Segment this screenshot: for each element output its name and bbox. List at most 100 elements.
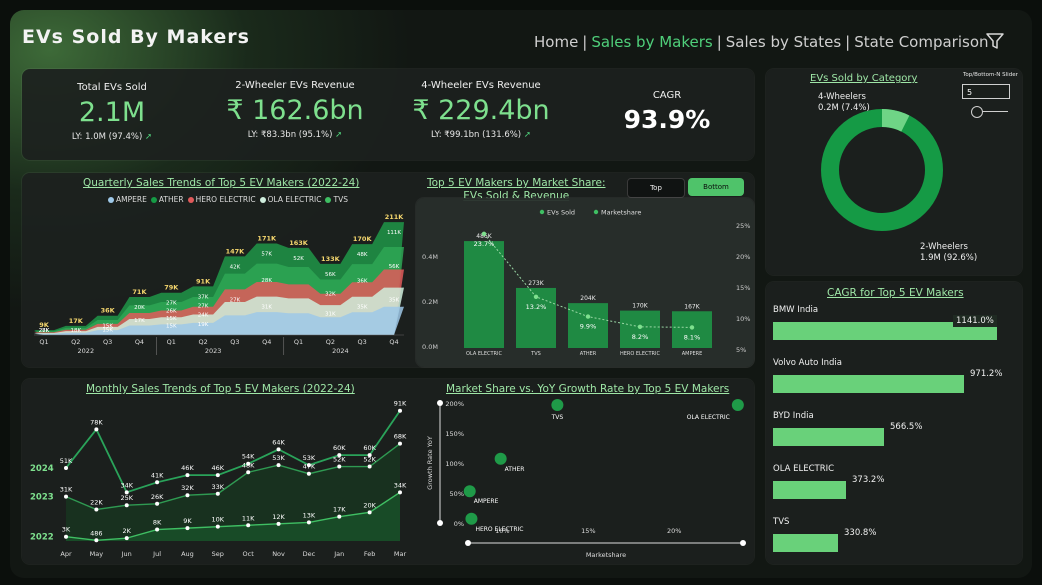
y-tick-left: 0.0M xyxy=(422,343,438,351)
toggle-bottom[interactable]: Bottom xyxy=(688,178,744,196)
kpi-value: 93.9% xyxy=(623,105,711,134)
segment-label: 31K xyxy=(261,305,272,311)
monthly-line-chart: 51K 78K 34K 41K 46K 46K 54K 64K 53K 60K 60K 91K 2024… xyxy=(30,400,407,558)
segment-label: 35K xyxy=(389,297,400,303)
point-label: 13K xyxy=(303,511,316,519)
point-label: 41K xyxy=(151,471,164,479)
series-point xyxy=(215,473,220,478)
bar-value-label: 170K xyxy=(632,303,648,310)
up-arrow-icon: ➚ xyxy=(523,130,531,140)
legend-label: ATHER xyxy=(158,195,184,204)
series-year-label: 2022 xyxy=(30,533,54,543)
series-point xyxy=(64,465,68,470)
toggle-top[interactable]: Top xyxy=(627,178,685,198)
series-point xyxy=(185,473,190,478)
two-wheeler-value: 1.9M (92.6%) xyxy=(920,253,978,263)
scatter-label: TVS xyxy=(551,414,564,421)
cagr-row: BMW India 1141.0% xyxy=(773,305,997,340)
nav-state-comparison[interactable]: State Comparison xyxy=(854,33,988,51)
slider-handle[interactable] xyxy=(971,106,983,118)
kpi-2w-revenue: 2-Wheeler EVs Revenue ₹ 162.6bn LY: ₹83.… xyxy=(220,80,370,140)
scatter-label: HERO ELECTRIC xyxy=(475,526,523,533)
segment-label: 32K xyxy=(325,292,336,298)
x-tick-label: Jun xyxy=(121,550,132,558)
series-point xyxy=(306,471,311,476)
point-label: 26K xyxy=(151,493,164,501)
x-tick-label: Aug xyxy=(181,550,194,558)
top-n-input[interactable]: 5 xyxy=(962,84,1010,99)
cagr-maker-name: BMW India xyxy=(773,305,819,315)
point-label: 46K xyxy=(181,464,194,472)
legend-label: AMPERE xyxy=(116,195,147,204)
kpi-4w-revenue: 4-Wheeler EVs Revenue ₹ 229.4bn LY: ₹99.… xyxy=(406,80,556,140)
series-point xyxy=(276,463,281,468)
segment-label: 37K xyxy=(198,294,209,300)
point-label: 34K xyxy=(394,481,407,489)
segment-label: 27K xyxy=(230,298,241,304)
segment-label: 56K xyxy=(325,272,336,278)
header: EVs Sold By Makers xyxy=(22,26,250,48)
segment-label: 27K xyxy=(198,303,209,309)
point-label: 53K xyxy=(272,454,285,462)
filter-icon[interactable] xyxy=(984,30,1006,52)
point-label: 60K xyxy=(363,444,376,452)
kpi-label: Total EVs Sold xyxy=(77,82,147,93)
series-point xyxy=(367,510,372,515)
point-label: 22K xyxy=(90,499,103,507)
x-tick-label: Q3 xyxy=(103,338,112,346)
y-axis-handle xyxy=(437,520,443,526)
x-tick-label: Q4 xyxy=(389,338,398,346)
point-label: 52K xyxy=(363,456,376,464)
segment-label: 15K xyxy=(166,316,177,322)
series-point xyxy=(398,408,402,413)
point-label: 48K xyxy=(242,461,255,469)
point-label: 60K xyxy=(333,444,346,452)
total-label: 71K xyxy=(132,288,147,296)
kpi-value: ₹ 162.6bn xyxy=(226,95,364,126)
segment-label: 48K xyxy=(357,252,368,258)
quarterly-legend: AMPERE ATHER HERO ELECTRIC OLA ELECTRIC TVS xyxy=(104,195,348,204)
x-tick-label: Feb xyxy=(364,550,376,558)
cagr-row: BYD India 566.5% xyxy=(773,411,922,446)
cagr-bar xyxy=(773,375,964,393)
series-point xyxy=(337,514,342,519)
nav-sales-by-states[interactable]: Sales by States xyxy=(726,33,841,51)
nav-separator: | xyxy=(716,33,722,51)
nav-sales-by-makers[interactable]: Sales by Makers xyxy=(591,33,712,51)
x-tick-label: Q2 xyxy=(198,338,207,346)
cagr-row: OLA ELECTRIC 373.2% xyxy=(773,464,884,499)
series-point xyxy=(124,503,129,508)
x-tick-label: Q3 xyxy=(230,338,239,346)
cagr-bar xyxy=(773,428,884,446)
total-label: 36K xyxy=(101,307,116,315)
series-point xyxy=(185,493,190,498)
point-label: 31K xyxy=(60,486,73,494)
point-label: 25K xyxy=(120,494,133,502)
total-label: 170K xyxy=(353,235,373,243)
point-label: 32K xyxy=(181,484,194,492)
point-label: 17K xyxy=(333,506,346,514)
legend-label-share: Marketshare xyxy=(601,209,641,217)
nav-separator: | xyxy=(582,33,588,51)
year-label: 2023 xyxy=(205,347,222,355)
legend-item: HERO ELECTRIC xyxy=(184,195,256,204)
cagr-bar xyxy=(773,481,846,499)
series-point xyxy=(276,521,281,526)
segment-label: 52K xyxy=(293,256,304,262)
marketshare-label: 13.2% xyxy=(526,303,547,311)
series-point xyxy=(124,536,129,541)
y-tick-left: 0.4M xyxy=(422,253,438,261)
cagr-row: TVS 330.8% xyxy=(773,517,876,552)
bar-evs-sold xyxy=(672,311,712,348)
point-label: 33K xyxy=(212,483,225,491)
y-axis-title: Growth Rate YoY xyxy=(426,436,434,490)
nav-home[interactable]: Home xyxy=(534,33,578,51)
point-label: 47K xyxy=(303,463,316,471)
segment-label: 15K xyxy=(166,323,177,329)
kpi-total-evs: Total EVs Sold 2.1M LY: 1.0M (97.4%) ➚ xyxy=(52,82,172,142)
y-tick-label: 50% xyxy=(450,490,464,498)
point-label: 46K xyxy=(212,464,225,472)
kpi-label: 2-Wheeler EVs Revenue xyxy=(235,80,355,91)
y-tick-label: 100% xyxy=(445,460,464,468)
page-title: EVs Sold By Makers xyxy=(22,26,250,48)
